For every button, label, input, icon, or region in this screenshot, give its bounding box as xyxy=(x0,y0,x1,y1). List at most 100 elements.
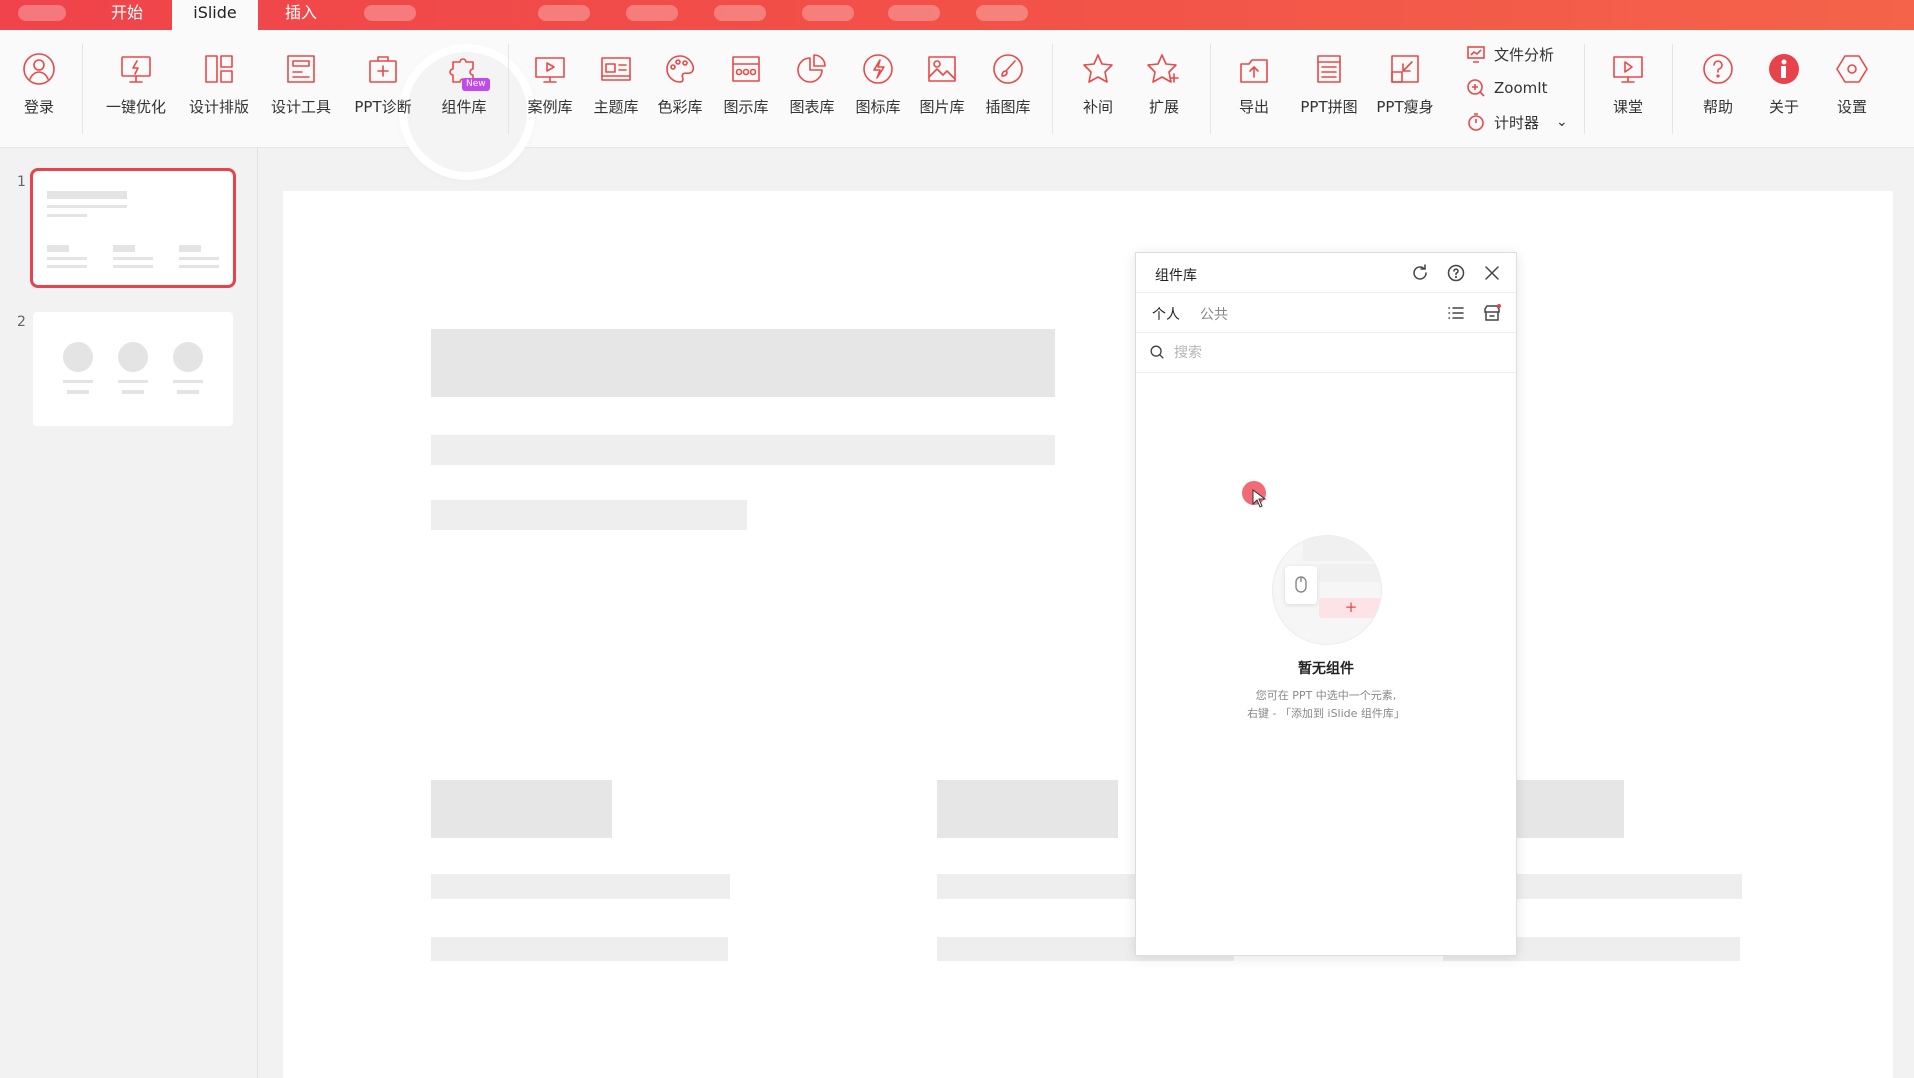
help-label: 帮助 xyxy=(1702,98,1733,116)
blurred-tab-placeholder xyxy=(888,5,940,21)
cases-button[interactable]: 案例库 xyxy=(522,52,578,132)
store-icon[interactable] xyxy=(1482,303,1502,323)
tween-button[interactable]: 补间 xyxy=(1070,52,1126,132)
thumb-placeholder xyxy=(47,205,127,208)
help-circle-icon[interactable] xyxy=(1446,263,1466,283)
illustration-card xyxy=(1319,564,1381,582)
thumb-placeholder xyxy=(179,245,201,252)
slide-thumbnails-panel: 1 2 xyxy=(0,148,258,1078)
thumb-placeholder xyxy=(118,380,148,383)
tab-insert[interactable]: 插入 xyxy=(268,0,334,30)
line-placeholder[interactable] xyxy=(431,937,728,961)
close-icon[interactable] xyxy=(1482,263,1502,283)
design-tools-button[interactable]: 设计工具 xyxy=(268,52,334,132)
extend-button[interactable]: 扩展 xyxy=(1136,52,1192,132)
tween-label: 补间 xyxy=(1082,98,1113,116)
cases-label: 案例库 xyxy=(527,98,573,116)
slim-label: PPT瘦身 xyxy=(1376,98,1434,116)
info-logo-icon xyxy=(1769,54,1799,84)
help-button[interactable]: 帮助 xyxy=(1690,52,1746,132)
brush-icon xyxy=(993,54,1023,84)
line-placeholder[interactable] xyxy=(431,874,730,899)
illustrations-button[interactable]: 插图库 xyxy=(980,52,1036,132)
chevron-down-icon[interactable]: ⌄ xyxy=(1556,114,1568,130)
export-button[interactable]: 导出 xyxy=(1226,52,1282,132)
charts-button[interactable]: 图表库 xyxy=(784,52,840,132)
file-analysis-button[interactable]: 文件分析 xyxy=(1466,42,1554,66)
themes-button[interactable]: 主题库 xyxy=(588,52,644,132)
refresh-icon[interactable] xyxy=(1410,263,1430,283)
blurred-tab-placeholder xyxy=(626,5,678,21)
settings-button[interactable]: 设置 xyxy=(1824,52,1880,132)
text-placeholder[interactable] xyxy=(431,500,747,530)
component-library-panel: 组件库 个人 公共 + 暂无组件 您可在 PPT xyxy=(1135,252,1517,956)
collage-label: PPT拼图 xyxy=(1300,98,1358,116)
timer-button[interactable]: 计时器 xyxy=(1466,110,1539,134)
layout-button[interactable]: 设计排版 xyxy=(186,52,252,132)
help-icon xyxy=(1703,54,1733,84)
diagnose-label: PPT诊断 xyxy=(354,98,412,116)
images-button[interactable]: 图片库 xyxy=(914,52,970,132)
lightning-circle-icon xyxy=(863,54,893,84)
file-analysis-label: 文件分析 xyxy=(1494,45,1555,64)
block-placeholder[interactable] xyxy=(937,780,1118,838)
list-view-icon[interactable] xyxy=(1446,303,1466,323)
classroom-button[interactable]: 课堂 xyxy=(1600,52,1656,132)
thumb-placeholder xyxy=(177,390,199,394)
tab-public[interactable]: 公共 xyxy=(1200,304,1228,324)
diagrams-label: 图示库 xyxy=(723,98,769,116)
ribbon-separator xyxy=(508,44,509,134)
subtitle-placeholder[interactable] xyxy=(431,435,1055,465)
zoomit-button[interactable]: ZoomIt xyxy=(1466,76,1548,100)
slim-button[interactable]: PPT瘦身 xyxy=(1372,52,1438,132)
title-placeholder[interactable] xyxy=(431,329,1055,397)
tab-islide[interactable]: iSlide xyxy=(172,0,258,30)
panel-title: 组件库 xyxy=(1155,268,1197,284)
illustration-card xyxy=(1303,536,1381,561)
blurred-tab-placeholder xyxy=(538,5,590,21)
stopwatch-icon xyxy=(1468,113,1484,131)
charts-label: 图表库 xyxy=(789,98,835,116)
components-button[interactable]: 组件库 xyxy=(434,52,494,132)
design-tools-label: 设计工具 xyxy=(270,98,331,116)
layout-grid-icon xyxy=(205,55,233,83)
palette-icon xyxy=(666,55,695,83)
thumb-placeholder xyxy=(67,390,89,394)
extend-label: 扩展 xyxy=(1148,98,1179,116)
zoomit-label: ZoomIt xyxy=(1494,79,1548,97)
thumb-placeholder xyxy=(179,257,219,260)
image-icon xyxy=(928,56,956,82)
optimize-button[interactable]: 一键优化 xyxy=(102,52,170,132)
search-input[interactable] xyxy=(1174,342,1494,364)
collage-button[interactable]: PPT拼图 xyxy=(1294,52,1364,132)
blurred-tab-placeholder xyxy=(976,5,1028,21)
empty-state-description: 右键 - 「添加到 iSlide 组件库」 xyxy=(1247,707,1405,720)
tab-start[interactable]: 开始 xyxy=(92,0,162,30)
login-button[interactable]: 登录 xyxy=(14,52,64,132)
colors-button[interactable]: 色彩库 xyxy=(652,52,708,132)
thumb-placeholder xyxy=(113,257,153,260)
monitor-lightning-icon xyxy=(121,56,151,83)
search-bar xyxy=(1136,333,1516,373)
blurred-tab-placeholder xyxy=(714,5,766,21)
slide-thumbnail-2[interactable] xyxy=(33,312,233,426)
optimize-label: 一键优化 xyxy=(105,98,166,116)
tab-personal[interactable]: 个人 xyxy=(1152,304,1180,324)
settings-label: 设置 xyxy=(1836,98,1867,116)
slide-canvas[interactable] xyxy=(283,191,1893,1078)
icons-button[interactable]: 图标库 xyxy=(850,52,906,132)
about-button[interactable]: 关于 xyxy=(1756,52,1812,132)
diagram-icon xyxy=(732,56,760,82)
diagrams-button[interactable]: 图示库 xyxy=(718,52,774,132)
block-placeholder[interactable] xyxy=(431,780,612,838)
ribbon-separator xyxy=(1584,44,1585,134)
timer-label: 计时器 xyxy=(1494,113,1540,132)
diagnose-button[interactable]: PPT诊断 xyxy=(350,52,416,132)
login-label: 登录 xyxy=(23,98,54,116)
slide-thumbnail-1[interactable] xyxy=(30,168,236,288)
thumb-placeholder xyxy=(173,342,203,372)
ribbon-toolbar: 登录 一键优化 设计排版 设计工具 PPT诊断 组件库 New 案例库 主题库 … xyxy=(0,30,1914,172)
compress-icon xyxy=(1391,55,1419,83)
thumb-placeholder xyxy=(63,342,93,372)
export-label: 导出 xyxy=(1238,98,1269,116)
